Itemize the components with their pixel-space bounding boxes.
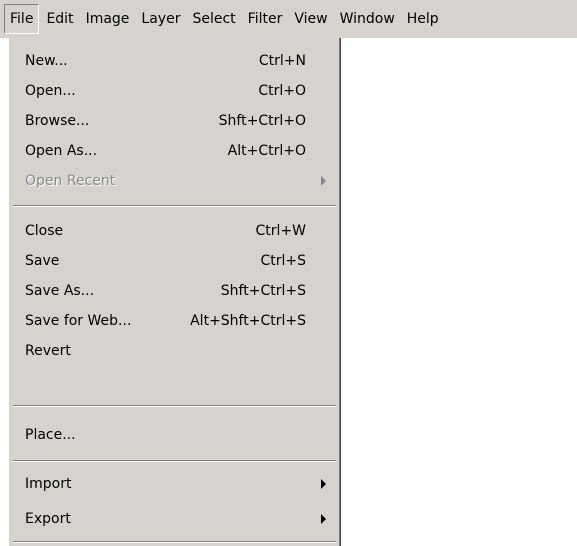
menu-item-label: Open... (25, 83, 76, 99)
menu-separator (13, 541, 336, 543)
menu-item-label: Save As... (25, 283, 95, 299)
menu-item-shortcut: Ctrl+S (260, 253, 306, 269)
menu-separator (13, 205, 336, 207)
menu-item-label: Open As... (25, 143, 98, 159)
menu-select[interactable]: Select (187, 4, 240, 34)
menu-item-new[interactable]: New... Ctrl+N (9, 46, 340, 76)
menu-item-open[interactable]: Open... Ctrl+O (9, 76, 340, 106)
menu-item-shortcut: Ctrl+W (255, 223, 306, 239)
menu-item-label: Save (25, 253, 60, 269)
menu-item-label: Open Recent (25, 173, 116, 189)
menu-bar: File Edit Image Layer Select Filter View… (0, 0, 577, 38)
menu-item-open-recent: Open Recent (9, 166, 340, 196)
application-window: File Edit Image Layer Select Filter View… (0, 0, 577, 546)
menu-item-revert[interactable]: Revert (9, 336, 340, 366)
file-menu-dropdown: New... Ctrl+N Open... Ctrl+O Browse... S… (8, 38, 341, 546)
menu-view[interactable]: View (289, 4, 332, 34)
menu-item-shortcut: Ctrl+N (258, 53, 306, 69)
menu-item-browse[interactable]: Browse... Shft+Ctrl+O (9, 106, 340, 136)
menu-item-shortcut: Ctrl+O (258, 83, 306, 99)
menu-item-label: New... (25, 53, 68, 69)
submenu-arrow-icon (321, 479, 326, 489)
menu-item-place[interactable]: Place... (9, 420, 340, 450)
menu-item-label: Close (25, 223, 64, 239)
menu-item-label: Import (25, 476, 72, 492)
menu-window[interactable]: Window (335, 4, 400, 34)
menu-item-label: Revert (25, 343, 71, 359)
menu-item-import[interactable]: Import (9, 469, 340, 499)
menu-item-close[interactable]: Close Ctrl+W (9, 216, 340, 246)
menu-item-label: Save for Web... (25, 313, 132, 329)
menu-edit[interactable]: Edit (41, 4, 78, 34)
menu-file[interactable]: File (4, 4, 40, 34)
menu-item-shortcut: Shft+Ctrl+S (220, 283, 306, 299)
menu-image[interactable]: Image (81, 4, 135, 34)
menu-help[interactable]: Help (402, 4, 444, 34)
menu-item-save-as[interactable]: Save As... Shft+Ctrl+S (9, 276, 340, 306)
menu-item-save-for-web[interactable]: Save for Web... Alt+Shft+Ctrl+S (9, 306, 340, 336)
menu-separator (13, 405, 336, 407)
menu-item-label: Place... (25, 427, 76, 443)
menu-layer[interactable]: Layer (136, 4, 185, 34)
menu-filter[interactable]: Filter (243, 4, 288, 34)
menu-item-open-as[interactable]: Open As... Alt+Ctrl+O (9, 136, 340, 166)
menu-separator (13, 460, 336, 462)
menu-item-shortcut: Alt+Ctrl+O (227, 143, 306, 159)
menu-item-shortcut: Shft+Ctrl+O (218, 113, 306, 129)
menu-item-save[interactable]: Save Ctrl+S (9, 246, 340, 276)
submenu-arrow-icon (321, 176, 326, 186)
menu-item-export[interactable]: Export (9, 504, 340, 534)
menu-item-label: Browse... (25, 113, 90, 129)
menu-item-label: Export (25, 511, 71, 527)
menu-item-shortcut: Alt+Shft+Ctrl+S (190, 313, 306, 329)
submenu-arrow-icon (321, 514, 326, 524)
